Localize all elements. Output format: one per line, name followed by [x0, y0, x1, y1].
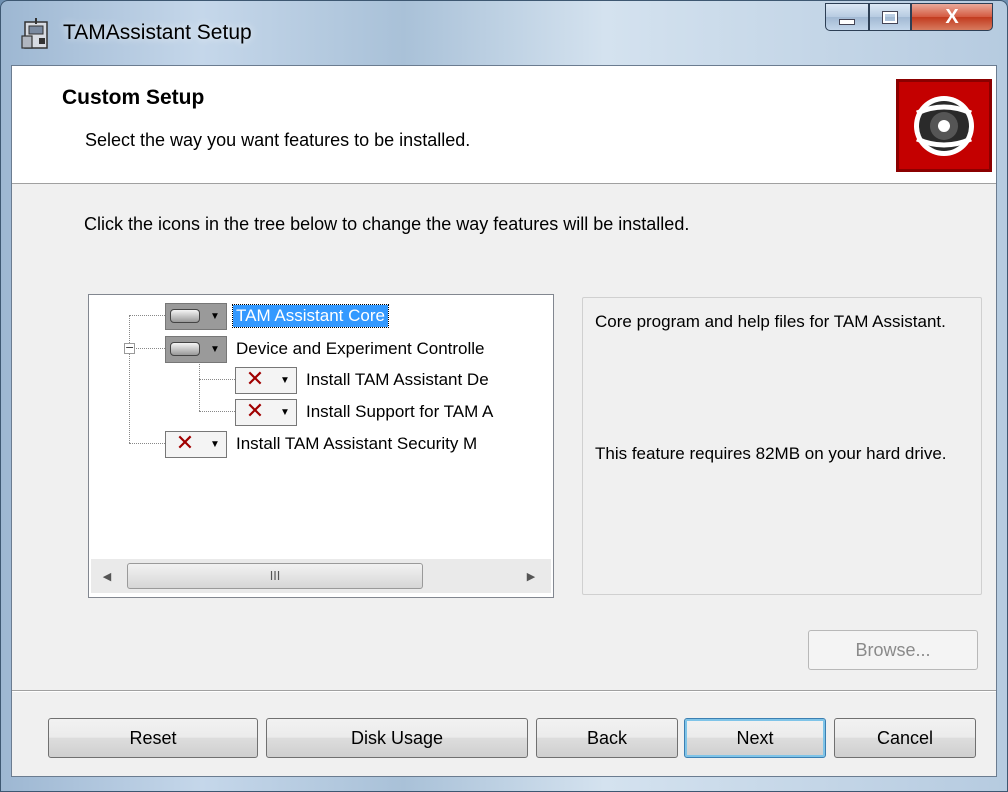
scroll-grip-icon: III [269, 569, 281, 583]
not-installed-x-icon: ✕ [245, 367, 265, 392]
dropdown-arrow-icon: ▼ [210, 310, 220, 322]
window-title: TAMAssistant Setup [63, 21, 252, 44]
tree-connector [199, 361, 200, 411]
header-banner: Custom Setup Select the way you want fea… [12, 66, 996, 184]
dropdown-arrow-icon: ▼ [280, 374, 290, 386]
feature-state-dropdown[interactable]: ▼ [165, 335, 227, 363]
scroll-left-icon[interactable]: ◀ [91, 559, 123, 593]
collapse-toggle[interactable]: − [124, 342, 135, 354]
feature-state-dropdown[interactable]: ▼ [165, 302, 227, 330]
tree-item-label[interactable]: TAM Assistant Core [232, 304, 389, 328]
caption-buttons: X [825, 3, 993, 33]
disk-usage-button[interactable]: Disk Usage [266, 718, 528, 758]
install-disc-icon [896, 79, 992, 172]
not-installed-x-icon: ✕ [245, 399, 265, 424]
instruction-text: Click the icons in the tree below to cha… [84, 214, 690, 234]
tree-item-install-support[interactable]: ✕ ▼ Install Support for TAM A [235, 397, 496, 427]
page-subtitle: Select the way you want features to be i… [85, 130, 471, 150]
browse-button[interactable]: Browse... [808, 630, 978, 670]
tree-item-label[interactable]: Install TAM Assistant Security M [233, 433, 480, 455]
dropdown-arrow-icon: ▼ [210, 343, 220, 355]
dialog-client-area: Custom Setup Select the way you want fea… [11, 65, 997, 777]
installer-app-icon [21, 18, 48, 49]
tree-item-label[interactable]: Device and Experiment Controlle [233, 338, 488, 360]
maximize-icon [882, 10, 898, 24]
tree-connector [129, 315, 165, 316]
tree-item-label[interactable]: Install TAM Assistant De [303, 369, 492, 391]
cancel-button[interactable]: Cancel [834, 718, 976, 758]
tree-connector [129, 443, 165, 444]
dropdown-arrow-icon: ▼ [280, 406, 290, 418]
scroll-thumb[interactable]: III [127, 563, 423, 589]
page-title: Custom Setup [62, 86, 205, 109]
feature-state-dropdown[interactable]: ✕ ▼ [235, 366, 297, 394]
feature-description: Core program and help files for TAM Assi… [595, 312, 946, 331]
close-icon: X [945, 5, 959, 28]
hard-drive-icon [166, 304, 204, 329]
disc-graphic [914, 95, 974, 156]
minimize-icon [839, 19, 855, 25]
not-installed-x-icon: ✕ [175, 431, 195, 456]
feature-state-dropdown[interactable]: ✕ ▼ [235, 398, 297, 426]
next-button[interactable]: Next [684, 718, 826, 758]
minimize-button[interactable] [825, 3, 869, 31]
tree-item-install-de[interactable]: ✕ ▼ Install TAM Assistant De [235, 365, 492, 395]
feature-state-dropdown[interactable]: ✕ ▼ [165, 430, 227, 458]
back-button[interactable]: Back [536, 718, 678, 758]
tree-connector [199, 411, 235, 412]
horizontal-scrollbar[interactable]: ◀ III ▶ [91, 559, 551, 593]
tree-item-security[interactable]: ✕ ▼ Install TAM Assistant Security M [165, 429, 480, 459]
maximize-button[interactable] [869, 3, 911, 31]
tree-connector [129, 315, 130, 443]
disk-requirement: This feature requires 82MB on your hard … [595, 444, 947, 463]
dropdown-arrow-icon: ▼ [210, 438, 220, 450]
feature-tree[interactable]: − ▼ TAM Assistant Core ▼ Device and Expe… [88, 294, 554, 598]
footer-divider [12, 690, 996, 692]
tree-item-core[interactable]: ▼ TAM Assistant Core [165, 301, 389, 331]
setup-window: TAMAssistant Setup X Custom Setup Select… [0, 0, 1008, 792]
tree-item-label[interactable]: Install Support for TAM A [303, 401, 496, 423]
close-button[interactable]: X [911, 3, 993, 31]
feature-description-panel: Core program and help files for TAM Assi… [582, 297, 982, 595]
tree-item-device-controller[interactable]: ▼ Device and Experiment Controlle [165, 334, 488, 364]
tree-connector [199, 379, 235, 380]
title-bar[interactable]: TAMAssistant Setup X [1, 1, 1007, 65]
scroll-right-icon[interactable]: ▶ [515, 559, 547, 593]
hard-drive-icon [166, 337, 204, 362]
reset-button[interactable]: Reset [48, 718, 258, 758]
